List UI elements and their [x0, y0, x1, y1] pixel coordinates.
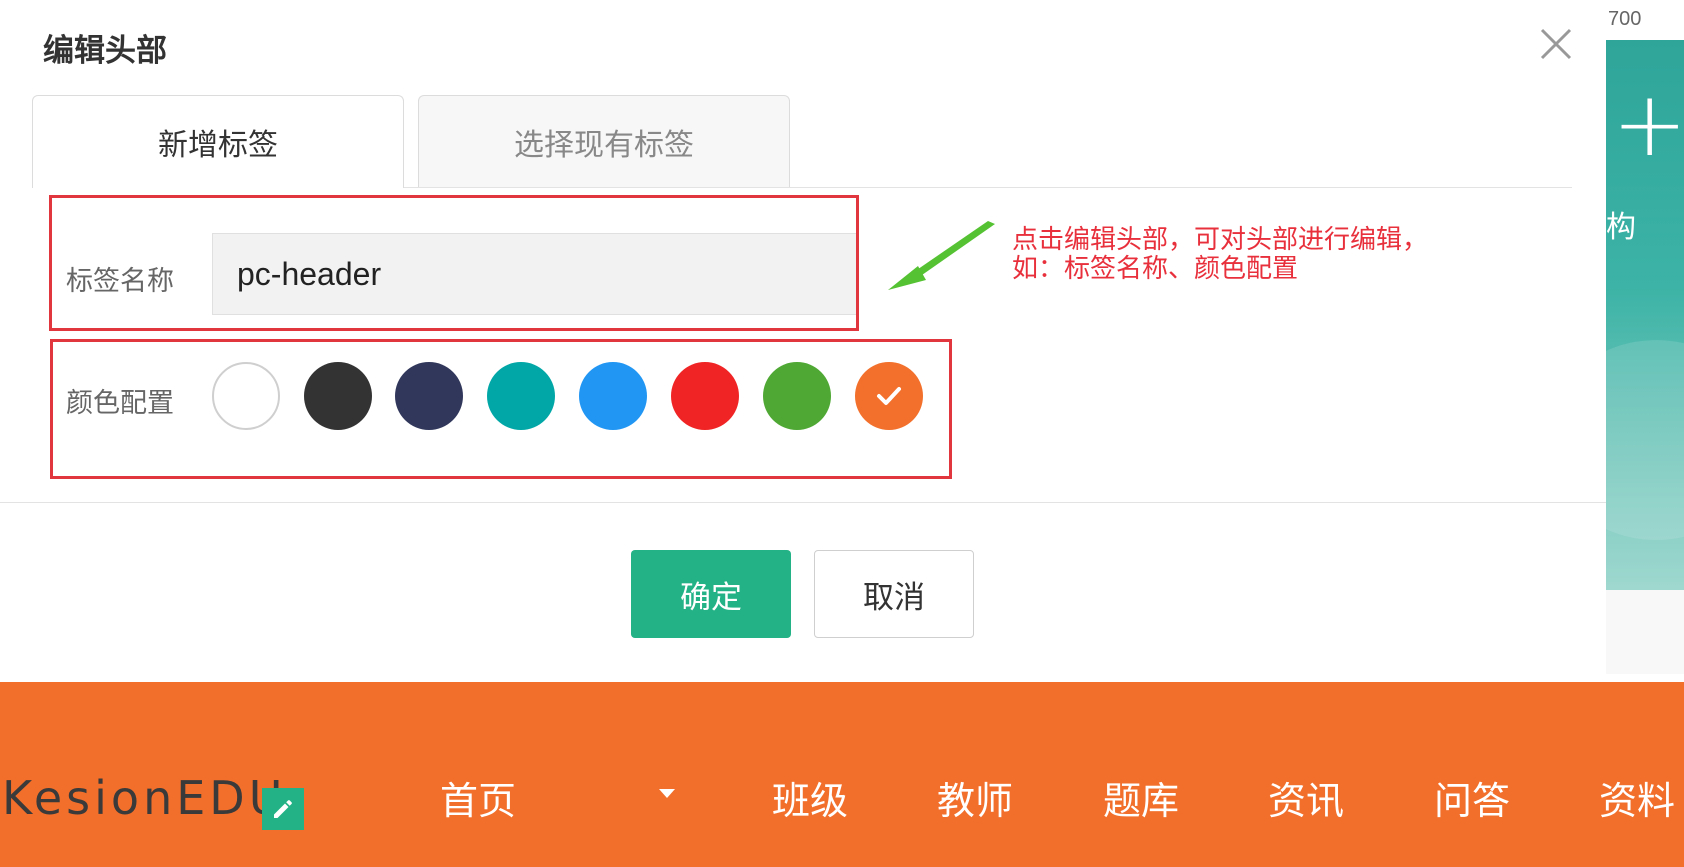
close-button[interactable] — [1538, 26, 1574, 62]
confirm-button[interactable]: 确定 — [631, 550, 791, 638]
highlight-color-config — [50, 339, 952, 479]
highlight-tag-name — [49, 195, 859, 331]
ruler-value: 700 — [1608, 8, 1642, 30]
nav-item-teachers[interactable]: 教师 — [937, 770, 1013, 825]
chevron-down-icon[interactable] — [657, 786, 677, 800]
nav-item-materials[interactable]: 资料 — [1599, 770, 1675, 825]
ruler: 700 — [1606, 0, 1684, 41]
annotation-line-2: 如：标签名称、颜色配置 — [1012, 254, 1299, 284]
tab-new-tag[interactable]: 新增标签 — [32, 95, 404, 188]
edit-header-dialog: 编辑头部 新增标签 选择现有标签 标签名称 pc-header 颜色配置 点击编… — [0, 0, 1606, 682]
annotation-arrow-icon — [888, 221, 995, 290]
tab-bar: 新增标签 选择现有标签 — [32, 95, 1572, 188]
edit-logo-button[interactable] — [262, 788, 304, 830]
annotation-text: 点击编辑头部，可对头部进行编辑， 如：标签名称、颜色配置 — [1012, 226, 1532, 284]
banner-wave — [1606, 340, 1684, 540]
site-logo: KesionEDU — [2, 771, 287, 825]
tab-select-existing-tag[interactable]: 选择现有标签 — [418, 95, 790, 187]
background-gap — [1606, 590, 1684, 674]
cancel-button[interactable]: 取消 — [814, 550, 974, 638]
nav-item-classes[interactable]: 班级 — [772, 770, 848, 825]
pencil-icon — [274, 800, 292, 818]
banner-text: 构 — [1606, 210, 1636, 245]
dialog-title: 编辑头部 — [43, 33, 167, 69]
plus-icon[interactable]: + — [1612, 80, 1684, 170]
background-banner: + 构 — [1606, 40, 1684, 590]
nav-item-qa[interactable]: 问答 — [1434, 770, 1510, 825]
close-icon — [1540, 28, 1572, 60]
nav-item-question-bank[interactable]: 题库 — [1103, 770, 1179, 825]
footer-divider — [0, 502, 1606, 503]
annotation-line-1: 点击编辑头部，可对头部进行编辑， — [1012, 225, 1429, 255]
nav-item-home[interactable]: 首页 — [440, 770, 516, 825]
nav-item-news[interactable]: 资讯 — [1268, 770, 1344, 825]
